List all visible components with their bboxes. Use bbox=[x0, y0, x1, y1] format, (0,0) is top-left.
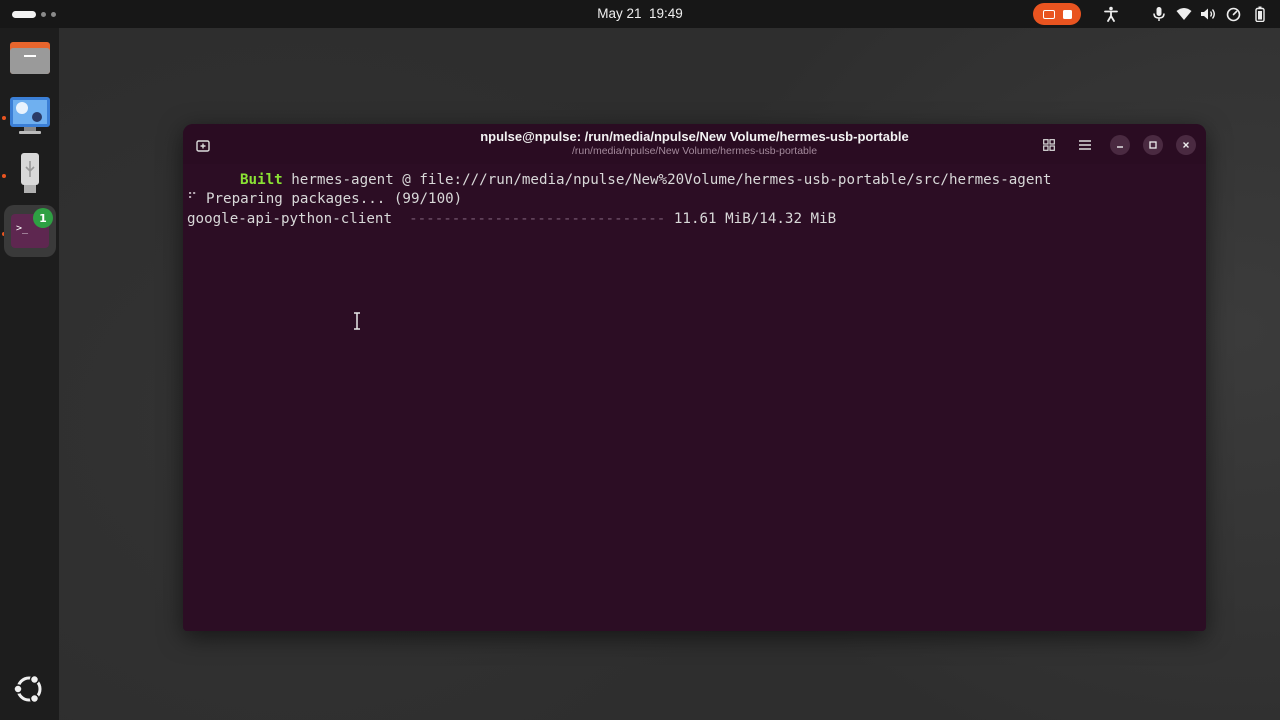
screencast-icon bbox=[1042, 9, 1055, 19]
package-name: google-api-python-client bbox=[187, 211, 392, 227]
usb-drive-icon[interactable] bbox=[4, 147, 56, 199]
built-label: Built bbox=[240, 172, 283, 188]
maximize-icon bbox=[1149, 141, 1157, 149]
svg-text:>_: >_ bbox=[16, 223, 29, 234]
grid-icon bbox=[1043, 139, 1055, 151]
progress-bar: ------------------------------ bbox=[392, 211, 674, 227]
workspace-indicator bbox=[41, 11, 46, 17]
terminal-window[interactable]: npulse@npulse: /run/media/npulse/New Vol… bbox=[183, 124, 1206, 631]
tab-overview-button[interactable] bbox=[1039, 135, 1059, 155]
menu-button[interactable] bbox=[1075, 135, 1095, 155]
notification-badge: 1 bbox=[33, 208, 53, 228]
output-line-preparing: ⠋ Preparing packages... (99/100) bbox=[187, 190, 462, 209]
progress-size: 11.61 MiB/14.32 MiB bbox=[673, 211, 837, 227]
microphone-icon[interactable] bbox=[1150, 5, 1168, 23]
output-line-progress: google-api-python-client ---------------… bbox=[187, 210, 836, 229]
power-profile-icon[interactable] bbox=[1224, 5, 1242, 23]
preparing-text: Preparing packages... (99/100) bbox=[197, 191, 463, 207]
close-button[interactable] bbox=[1176, 135, 1196, 155]
wifi-icon[interactable] bbox=[1175, 5, 1193, 23]
spinner-icon: ⠋ bbox=[187, 191, 198, 207]
output-line-built: Built hermes-agent @ file:///run/media/n… bbox=[240, 171, 1051, 190]
terminal-output[interactable]: Built hermes-agent @ file:///run/media/n… bbox=[183, 168, 1206, 628]
files-icon[interactable] bbox=[4, 31, 56, 83]
ubuntu-logo-icon[interactable] bbox=[6, 666, 52, 712]
clock-date[interactable]: May 21 bbox=[597, 6, 641, 21]
accessibility-icon[interactable] bbox=[1102, 5, 1120, 23]
clock-time[interactable]: 19:49 bbox=[649, 6, 683, 21]
dock: >_ 1 bbox=[0, 28, 59, 720]
activities-button[interactable] bbox=[12, 10, 56, 18]
top-bar: May 21 19:49 bbox=[0, 0, 1280, 28]
minimize-button[interactable] bbox=[1110, 135, 1130, 155]
remote-desktop-icon[interactable] bbox=[4, 89, 56, 141]
volume-icon[interactable] bbox=[1199, 5, 1217, 23]
hamburger-icon bbox=[1079, 140, 1091, 150]
battery-icon[interactable] bbox=[1251, 5, 1269, 23]
close-icon bbox=[1183, 142, 1189, 148]
clock: May 21 19:49 bbox=[0, 6, 1280, 21]
text-cursor-icon bbox=[354, 312, 360, 330]
stop-icon[interactable] bbox=[1062, 9, 1072, 19]
minimize-icon bbox=[1117, 146, 1123, 148]
screen-recording-indicator[interactable] bbox=[1033, 3, 1081, 25]
built-path: hermes-agent @ file:///run/media/npulse/… bbox=[282, 172, 1052, 188]
workspace-indicator-active bbox=[12, 10, 36, 18]
workspace-indicator bbox=[51, 11, 56, 17]
maximize-button[interactable] bbox=[1143, 135, 1163, 155]
terminal-titlebar[interactable]: npulse@npulse: /run/media/npulse/New Vol… bbox=[183, 124, 1206, 164]
